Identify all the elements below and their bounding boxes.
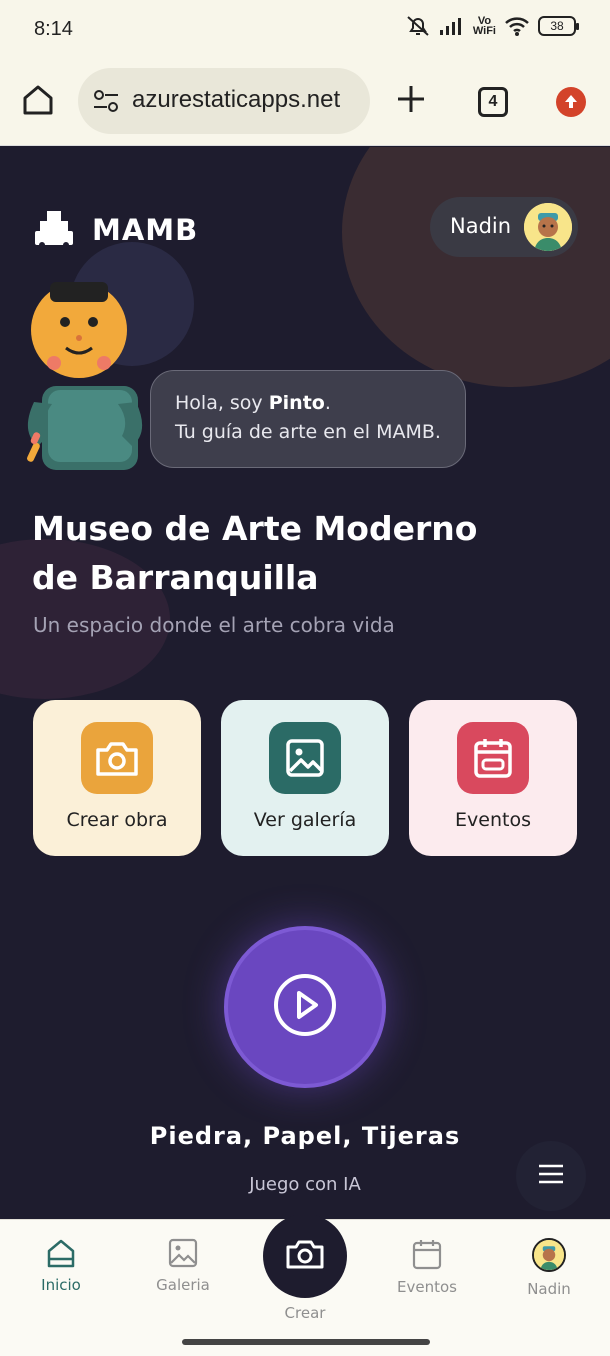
- mascot-pinto: [20, 282, 150, 472]
- tab-switcher-button[interactable]: 4: [478, 87, 508, 117]
- quick-actions: Crear obra Ver galería Eventos: [33, 700, 577, 856]
- mascot-name: Pinto: [268, 392, 325, 414]
- calendar-icon: [372, 1238, 482, 1270]
- mute-icon: [405, 14, 431, 38]
- nav-label: Galeria: [156, 1276, 210, 1294]
- image-icon: [128, 1238, 238, 1268]
- status-time: 8:14: [34, 18, 73, 40]
- bubble-greeting: Hola, soy Pinto.: [175, 389, 441, 418]
- vowifi-icon: Vo WiFi: [472, 16, 496, 37]
- status-icons: Vo WiFi 38: [405, 14, 579, 38]
- user-name: Nadin: [450, 214, 512, 238]
- nav-label: Inicio: [41, 1276, 81, 1294]
- game-title: Piedra, Papel, Tijeras: [149, 1122, 461, 1150]
- camera-icon: [285, 1237, 325, 1275]
- nav-item-profile[interactable]: Nadin: [494, 1238, 604, 1298]
- url-text: azurestaticapps.net: [132, 86, 341, 113]
- menu-button[interactable]: [516, 1141, 586, 1211]
- card-label: Eventos: [455, 809, 531, 831]
- image-icon: [269, 722, 341, 794]
- hamburger-icon: [538, 1164, 564, 1188]
- museum-logo-icon: [34, 209, 74, 251]
- card-label: Crear obra: [66, 809, 168, 831]
- wifi-icon: [504, 15, 530, 37]
- vowifi-bottom: WiFi: [472, 25, 496, 37]
- play-icon: [272, 972, 338, 1042]
- hero-subtitle: Un espacio donde el arte cobra vida: [33, 613, 395, 637]
- avatar: [532, 1238, 566, 1272]
- app-logo[interactable]: MAMB: [34, 209, 198, 251]
- browser-toolbar: azurestaticapps.net 4: [0, 58, 610, 146]
- battery-indicator: 38: [538, 16, 579, 36]
- signal-icon: [439, 16, 465, 36]
- status-bar: 8:14 Vo WiFi 38: [0, 0, 610, 58]
- site-settings-icon[interactable]: [92, 88, 120, 118]
- url-bar[interactable]: azurestaticapps.net: [78, 68, 370, 134]
- user-profile-button[interactable]: Nadin: [430, 197, 578, 257]
- camera-icon: [81, 722, 153, 794]
- decorative-blob: [342, 147, 610, 387]
- nav-item-eventos[interactable]: Eventos: [372, 1238, 482, 1296]
- greeting-suffix: .: [324, 392, 331, 414]
- update-icon[interactable]: [556, 87, 586, 117]
- card-label: Ver galería: [253, 809, 357, 831]
- nav-item-crear[interactable]: [263, 1214, 347, 1298]
- gesture-bar[interactable]: [182, 1339, 430, 1345]
- new-tab-button[interactable]: [394, 82, 430, 118]
- app-main: MAMB Nadin Hola, soy Pinto. Tu guía de a…: [0, 147, 610, 1219]
- events-card[interactable]: Eventos: [409, 700, 577, 856]
- mascot-speech-bubble: Hola, soy Pinto. Tu guía de arte en el M…: [150, 370, 466, 468]
- nav-label: Nadin: [527, 1280, 571, 1298]
- browser-home-button[interactable]: [20, 82, 60, 122]
- bubble-tagline: Tu guía de arte en el MAMB.: [175, 421, 441, 443]
- home-icon: [6, 1238, 116, 1268]
- logo-text: MAMB: [92, 213, 199, 247]
- avatar: [524, 203, 572, 251]
- nav-item-inicio[interactable]: Inicio: [6, 1238, 116, 1294]
- nav-label: Eventos: [397, 1278, 457, 1296]
- nav-item-galeria[interactable]: Galeria: [128, 1238, 238, 1294]
- view-gallery-card[interactable]: Ver galería: [221, 700, 389, 856]
- hero-title: Museo de Arte Moderno de Barranquilla: [32, 509, 478, 597]
- greeting-prefix: Hola, soy: [175, 392, 269, 414]
- bottom-navigation: Inicio Galeria Crear Eventos Nadin: [0, 1214, 610, 1356]
- nav-label-crear: Crear: [284, 1304, 326, 1322]
- play-game-button[interactable]: [224, 926, 386, 1088]
- create-artwork-card[interactable]: Crear obra: [33, 700, 201, 856]
- calendar-icon: [457, 722, 529, 794]
